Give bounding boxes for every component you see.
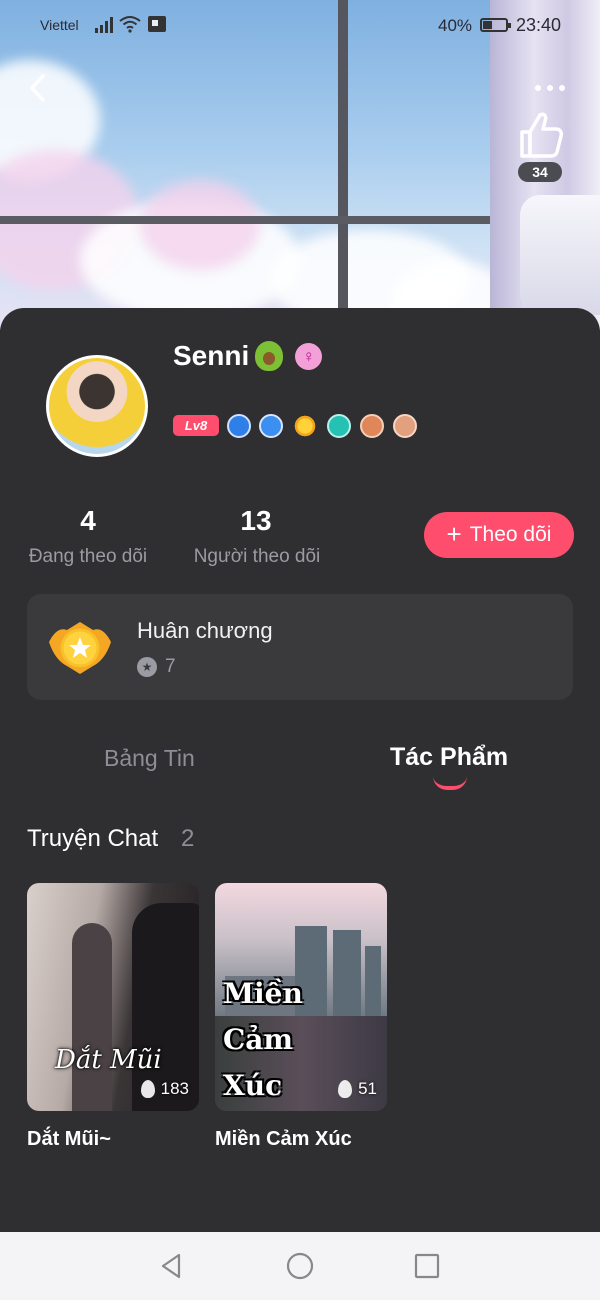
flame-icon xyxy=(338,1080,353,1098)
medal-icon xyxy=(49,622,111,674)
like-count: 34 xyxy=(518,162,562,182)
system-navigation-bar xyxy=(0,1232,600,1300)
view-count: 51 xyxy=(338,1079,377,1099)
story-title[interactable]: Dắt Mũi~ xyxy=(27,1128,111,1151)
flame-icon xyxy=(140,1080,155,1098)
sim-icon xyxy=(148,16,166,32)
following-count[interactable]: 4 xyxy=(58,505,118,537)
wifi-icon xyxy=(119,16,141,33)
username: Senni xyxy=(173,340,250,371)
status-icons xyxy=(95,15,167,33)
tab-works[interactable]: Tác Phẩm xyxy=(390,743,508,772)
level-badge[interactable]: Lv8 xyxy=(173,415,219,436)
section-count: 2 xyxy=(181,825,195,852)
follow-button[interactable]: + Theo dõi xyxy=(424,512,574,558)
avocado-icon xyxy=(255,341,284,371)
medals-count-row: ★ 7 xyxy=(137,656,176,678)
bronze-badge-icon[interactable] xyxy=(360,414,384,438)
signal-icon xyxy=(95,17,113,33)
ethereum-badge-icon[interactable] xyxy=(227,414,251,438)
carrier-name: Viettel xyxy=(40,17,79,33)
story-cover-title-line: Xúc xyxy=(223,1069,283,1102)
view-count-value: 183 xyxy=(160,1079,189,1098)
cover-building xyxy=(333,930,361,1016)
story-cover-title-line: Cảm xyxy=(223,1023,294,1056)
story-cover-title-line: Miền xyxy=(223,977,303,1010)
follow-button-label: Theo dõi xyxy=(469,523,552,546)
more-dot-icon xyxy=(559,85,565,91)
more-dot-icon xyxy=(547,85,553,91)
story-cover[interactable]: Miền Cảm Xúc 51 xyxy=(215,883,387,1111)
sun-badge-icon[interactable] xyxy=(293,414,317,438)
following-label[interactable]: Đang theo dõi xyxy=(24,546,152,568)
followers-count[interactable]: 13 xyxy=(226,505,286,537)
section-title: Truyện Chat xyxy=(27,825,159,852)
like-button[interactable]: 34 xyxy=(514,110,566,185)
status-bar: Viettel 40% 23:40 xyxy=(0,0,600,50)
view-count: 183 xyxy=(140,1079,189,1099)
thumbs-up-icon xyxy=(520,112,563,158)
username-row: Senni ♀ xyxy=(173,340,323,372)
medals-count: 7 xyxy=(165,656,176,677)
story-title[interactable]: Miền Cảm Xúc xyxy=(215,1128,352,1151)
more-dot-icon xyxy=(535,85,541,91)
cookie-badge-icon[interactable] xyxy=(393,414,417,438)
shield-badge-icon[interactable] xyxy=(259,414,283,438)
medals-title: Huân chương xyxy=(137,618,273,643)
home-circle-icon[interactable] xyxy=(285,1251,315,1281)
followers-label[interactable]: Người theo dõi xyxy=(186,546,328,568)
star-icon: ★ xyxy=(137,657,157,677)
recents-square-icon[interactable] xyxy=(412,1251,442,1281)
medals-card[interactable]: Huân chương ★ 7 xyxy=(27,594,573,700)
back-triangle-icon[interactable] xyxy=(157,1251,187,1281)
hexagon-badge-icon[interactable] xyxy=(327,414,351,438)
avatar[interactable] xyxy=(46,355,148,457)
cover-building xyxy=(365,946,381,1016)
story-cover[interactable]: Dắt Mũi 183 xyxy=(27,883,199,1111)
battery-icon xyxy=(480,18,511,32)
plus-icon: + xyxy=(446,518,462,549)
more-options-button[interactable] xyxy=(530,76,570,100)
story-cover-title: Dắt Mũi xyxy=(55,1045,162,1075)
story-cover-title: Miền Cảm Xúc xyxy=(223,971,303,1109)
tab-feed[interactable]: Bảng Tin xyxy=(104,745,195,772)
female-gender-icon: ♀ xyxy=(295,342,323,370)
back-button[interactable] xyxy=(20,68,60,108)
battery-percent: 40% xyxy=(438,16,473,35)
clock: 23:40 xyxy=(516,15,562,35)
chevron-left-icon xyxy=(30,74,45,102)
view-count-value: 51 xyxy=(358,1079,377,1098)
cover-figure xyxy=(72,923,112,1111)
